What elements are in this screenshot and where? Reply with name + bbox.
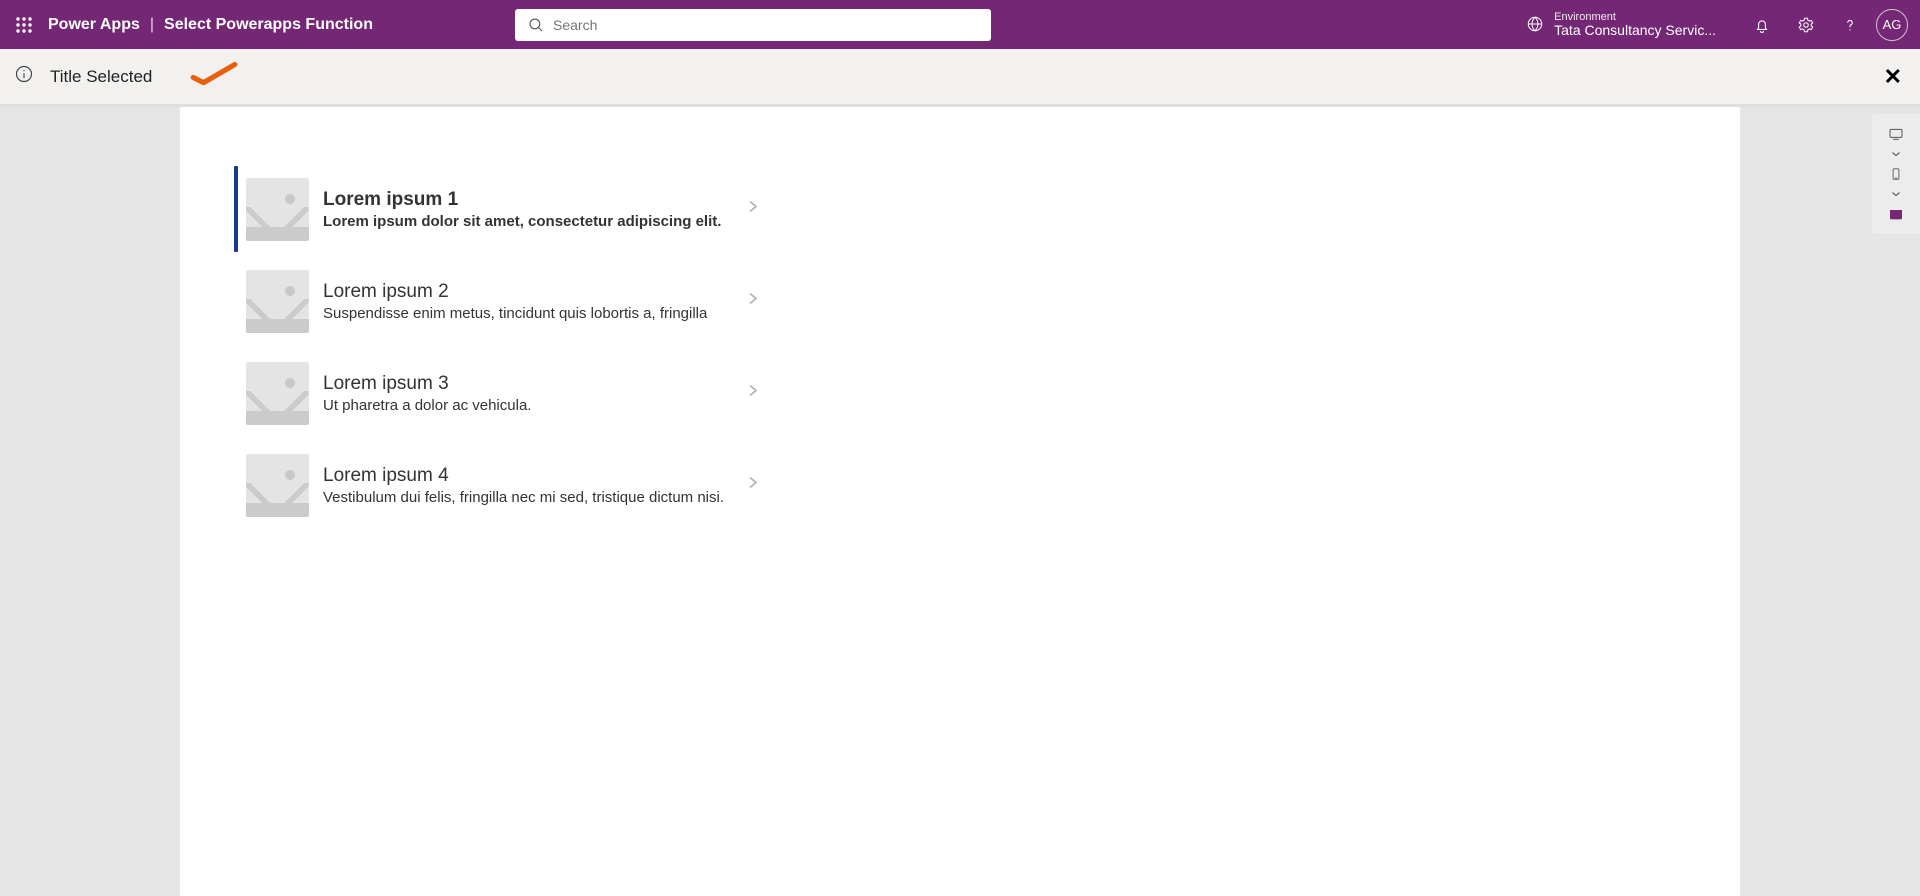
search-input[interactable] [553, 9, 991, 41]
search-box[interactable] [515, 9, 991, 41]
gallery-item[interactable]: Lorem ipsum 1 Lorem ipsum dolor sit amet,… [234, 163, 1690, 255]
gallery-item-text: Lorem ipsum 1 Lorem ipsum dolor sit amet,… [323, 189, 1690, 230]
selection-indicator [234, 442, 238, 528]
app-canvas: Lorem ipsum 1 Lorem ipsum dolor sit amet,… [180, 107, 1740, 896]
gallery-item[interactable]: Lorem ipsum 2 Suspendisse enim metus, tin… [234, 255, 1690, 347]
gallery-item-title: Lorem ipsum 1 [323, 189, 1690, 211]
gallery-item-text: Lorem ipsum 2 Suspendisse enim metus, tin… [323, 281, 1690, 322]
header-bar: Power Apps | Select Powerapps Function E… [0, 0, 1920, 49]
environment-picker[interactable]: Environment Tata Consultancy Servic... [1526, 11, 1716, 38]
desktop-preview-button[interactable] [1886, 124, 1906, 144]
desktop-preview-dropdown[interactable] [1889, 150, 1903, 158]
gallery-item[interactable]: Lorem ipsum 4 Vestibulum dui felis, fring… [234, 439, 1690, 531]
environment-value: Tata Consultancy Servic... [1554, 23, 1716, 38]
gallery-item-subtitle: Suspendisse enim metus, tincidunt quis l… [323, 305, 1690, 322]
gallery-item-subtitle: Lorem ipsum dolor sit amet, consectetur … [323, 213, 1690, 230]
device-preview-toolbar [1872, 114, 1920, 234]
selection-indicator [234, 166, 238, 252]
search-icon [527, 16, 545, 34]
chevron-right-icon[interactable] [746, 292, 760, 311]
orientation-button[interactable] [1886, 204, 1906, 224]
mobile-preview-dropdown[interactable] [1889, 190, 1903, 198]
user-avatar[interactable]: AG [1876, 9, 1908, 41]
avatar-initials: AG [1883, 17, 1902, 32]
notifications-button[interactable] [1740, 0, 1784, 49]
selection-indicator [234, 258, 238, 344]
info-icon [14, 64, 34, 89]
checkmark-icon [188, 61, 240, 92]
notification-text: Title Selected [50, 67, 152, 87]
app-launcher-button[interactable] [0, 0, 48, 49]
chevron-right-icon[interactable] [746, 476, 760, 495]
image-placeholder-icon [246, 178, 309, 241]
gallery-list: Lorem ipsum 1 Lorem ipsum dolor sit amet,… [180, 107, 1740, 531]
image-placeholder-icon [246, 454, 309, 517]
gallery-item-title: Lorem ipsum 2 [323, 281, 1690, 303]
gallery-item-title: Lorem ipsum 3 [323, 373, 1690, 395]
question-icon [1841, 16, 1859, 34]
header-divider: | [150, 16, 154, 34]
environment-label: Environment [1554, 11, 1716, 23]
gallery-item-text: Lorem ipsum 3 Ut pharetra a dolor ac vehi… [323, 373, 1690, 414]
gallery-item-text: Lorem ipsum 4 Vestibulum dui felis, fring… [323, 465, 1690, 506]
notification-bar: Title Selected ✕ [0, 49, 1920, 107]
gallery-item-subtitle: Ut pharetra a dolor ac vehicula. [323, 397, 1690, 414]
page-title: Select Powerapps Function [164, 16, 373, 34]
header-right: Environment Tata Consultancy Servic... A… [1526, 0, 1912, 49]
app-name[interactable]: Power Apps [48, 16, 140, 34]
help-button[interactable] [1828, 0, 1872, 49]
gallery-item-subtitle: Vestibulum dui felis, fringilla nec mi s… [323, 489, 1690, 506]
chevron-right-icon[interactable] [746, 384, 760, 403]
selection-indicator [234, 350, 238, 436]
waffle-icon [15, 16, 33, 34]
globe-icon [1526, 15, 1544, 33]
gallery-item[interactable]: Lorem ipsum 3 Ut pharetra a dolor ac vehi… [234, 347, 1690, 439]
chevron-right-icon[interactable] [746, 200, 760, 219]
gallery-item-title: Lorem ipsum 4 [323, 465, 1690, 487]
settings-button[interactable] [1784, 0, 1828, 49]
bell-icon [1753, 16, 1771, 34]
work-area: Lorem ipsum 1 Lorem ipsum dolor sit amet,… [0, 107, 1920, 896]
image-placeholder-icon [246, 362, 309, 425]
close-notification-button[interactable]: ✕ [1884, 66, 1902, 88]
mobile-preview-button[interactable] [1886, 164, 1906, 184]
gear-icon [1797, 16, 1815, 34]
image-placeholder-icon [246, 270, 309, 333]
